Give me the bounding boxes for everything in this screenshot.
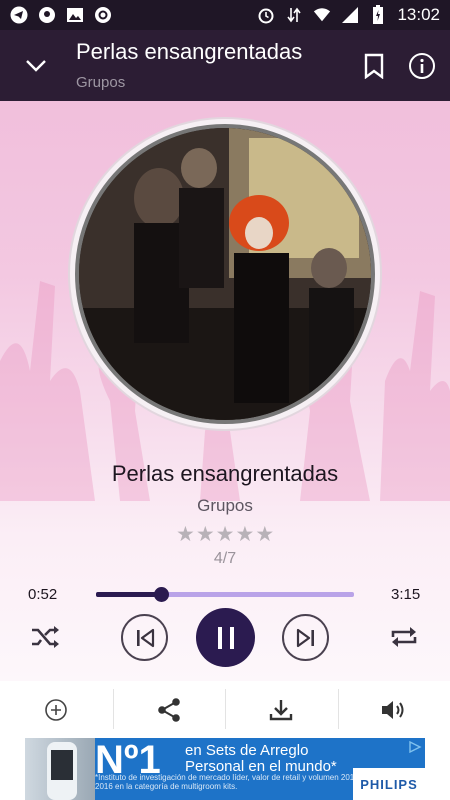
alarm-icon: [257, 6, 275, 24]
info-icon: [409, 53, 435, 79]
repeat-button[interactable]: [386, 621, 422, 653]
ad-brand: PHILIPS: [360, 776, 418, 792]
add-to-playlist-button[interactable]: [0, 681, 113, 738]
battery-icon: [369, 5, 387, 24]
status-bar: 13:02: [0, 0, 450, 30]
share-button[interactable]: [112, 681, 226, 738]
ad-brand-box: PHILIPS: [353, 768, 425, 800]
star-icon[interactable]: ★: [176, 524, 195, 546]
ad-banner[interactable]: Nº1 en Sets de Arreglo Personal en el mu…: [25, 738, 425, 800]
signal-icon: [341, 6, 359, 24]
image-icon: [66, 6, 84, 24]
current-time: 0:52: [28, 586, 58, 603]
app-bar: Perlas ensangrentadas Grupos: [0, 30, 450, 101]
clock: 13:02: [397, 5, 440, 24]
shuffle-button[interactable]: [28, 621, 64, 653]
pause-button[interactable]: [196, 608, 255, 667]
ad-headline: en Sets de Arreglo Personal en el mundo*: [185, 742, 337, 775]
rating-stars[interactable]: ★ ★ ★ ★ ★: [176, 524, 274, 546]
ad-choices-icon[interactable]: [408, 740, 422, 754]
data-transfer-icon: [285, 6, 303, 24]
download-icon: [270, 699, 293, 720]
skip-previous-icon: [136, 628, 154, 647]
repeat-icon: [391, 627, 417, 647]
add-icon: [45, 698, 68, 721]
chevron-down-icon: [26, 60, 46, 72]
next-button[interactable]: [282, 614, 329, 661]
previous-button[interactable]: [121, 614, 168, 661]
progress-fill: [96, 592, 161, 597]
song-artist: Grupos: [197, 496, 253, 515]
volume-button[interactable]: [337, 681, 450, 738]
podcast-icon: [38, 6, 56, 24]
song-title: Perlas ensangrentadas: [111, 461, 339, 486]
record-icon: [94, 6, 112, 24]
download-button[interactable]: [225, 681, 338, 738]
progress-slider[interactable]: [96, 587, 354, 602]
star-icon[interactable]: ★: [235, 524, 254, 546]
total-time: 3:15: [391, 586, 421, 603]
share-icon: [157, 697, 180, 722]
telegram-icon: [10, 6, 28, 24]
star-icon[interactable]: ★: [255, 524, 274, 546]
collapse-button[interactable]: [20, 50, 52, 82]
volume-icon: [381, 700, 404, 719]
ad-fineprint: *Instituto de investigación de mercado l…: [95, 773, 362, 791]
bookmark-button[interactable]: [360, 50, 388, 82]
info-button[interactable]: [406, 50, 438, 82]
wifi-icon: [313, 6, 331, 24]
page-subtitle: Grupos: [76, 74, 126, 91]
pause-icon: [217, 626, 234, 649]
album-cover: [75, 124, 375, 424]
page-title: Perlas ensangrentadas: [76, 39, 303, 64]
track-counter: 4/7: [213, 550, 237, 567]
progress-thumb[interactable]: [153, 587, 169, 602]
bookmark-icon: [364, 53, 384, 79]
star-icon[interactable]: ★: [196, 524, 215, 546]
action-bar: [0, 681, 450, 738]
skip-next-icon: [296, 628, 314, 647]
shuffle-icon: [32, 626, 59, 648]
star-icon[interactable]: ★: [216, 524, 235, 546]
player-area: Perlas ensangrentadas Grupos ★ ★ ★ ★ ★ 4…: [0, 101, 450, 681]
product-image: [25, 738, 95, 800]
album-art-image: [79, 128, 371, 420]
